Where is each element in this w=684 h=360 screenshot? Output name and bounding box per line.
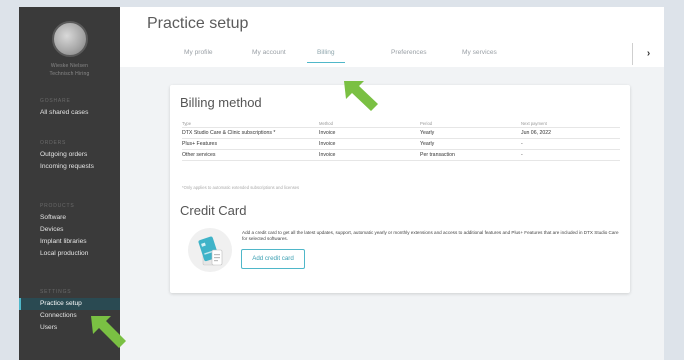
page-title: Practice setup bbox=[147, 15, 249, 32]
sidebar-item-all-shared-cases[interactable]: All shared cases bbox=[19, 107, 120, 119]
cell-method: Invoice bbox=[319, 130, 336, 136]
cell-method: Invoice bbox=[319, 141, 336, 147]
column-header-method: Method bbox=[319, 121, 333, 126]
pointer-arrow-icon bbox=[91, 316, 126, 348]
column-header-period: Period bbox=[420, 121, 433, 126]
cell-next-payment: Jun 06, 2022 bbox=[521, 130, 551, 136]
tab-my-account[interactable]: My account bbox=[252, 47, 286, 63]
sidebar-section-products: PRODUCTS Software Devices Implant librar… bbox=[19, 201, 120, 260]
sidebar-header: ORDERS bbox=[40, 140, 67, 146]
app-frame: Wieske Nielsen Technisch Hiring GOSHARE … bbox=[19, 7, 664, 360]
sidebar: Wieske Nielsen Technisch Hiring GOSHARE … bbox=[19, 7, 120, 360]
tab-my-profile[interactable]: My profile bbox=[184, 47, 213, 63]
sidebar-item-outgoing-orders[interactable]: Outgoing orders bbox=[19, 149, 120, 161]
table-header-row: Type Method Period Next payment bbox=[182, 119, 620, 128]
cell-period: Yearly bbox=[420, 141, 435, 147]
user-role: Technisch Hiring bbox=[49, 71, 90, 77]
main-content: Practice setup My profile My account Bil… bbox=[120, 7, 664, 360]
tabs-next-chevron-icon[interactable]: › bbox=[632, 43, 664, 65]
table-row: Other services Invoice Per transaction - bbox=[182, 150, 620, 161]
billing-method-title: Billing method bbox=[180, 95, 262, 110]
add-credit-card-button[interactable]: Add credit card bbox=[241, 249, 305, 269]
sidebar-section-goshare: GOSHARE All shared cases bbox=[19, 96, 120, 119]
column-header-next-payment: Next payment bbox=[521, 121, 547, 126]
tab-my-services[interactable]: My services bbox=[462, 47, 497, 63]
tab-preferences[interactable]: Preferences bbox=[391, 47, 427, 63]
sidebar-item-implant-libraries[interactable]: Implant libraries bbox=[19, 236, 120, 248]
column-header-type: Type bbox=[182, 121, 192, 126]
sidebar-header: GOSHARE bbox=[40, 98, 71, 104]
cell-period: Yearly bbox=[420, 130, 435, 136]
table-row: DTX Studio Care & Clinic subscriptions *… bbox=[182, 128, 620, 139]
credit-card-icon bbox=[188, 228, 232, 272]
cell-type: DTX Studio Care & Clinic subscriptions * bbox=[182, 130, 276, 136]
cell-next-payment: - bbox=[521, 141, 523, 147]
sidebar-section-orders: ORDERS Outgoing orders Incoming requests bbox=[19, 138, 120, 173]
pointer-arrow-icon bbox=[344, 81, 378, 111]
user-avatar[interactable] bbox=[52, 21, 88, 57]
user-name: Wieske Nielsen bbox=[50, 63, 89, 69]
billing-card: Billing method Type Method Period Next p… bbox=[170, 85, 630, 293]
sidebar-item-software[interactable]: Software bbox=[19, 212, 120, 224]
billing-footnote: *Only applies to automatic extended subs… bbox=[182, 185, 300, 190]
sidebar-header: PRODUCTS bbox=[40, 203, 75, 209]
sidebar-item-devices[interactable]: Devices bbox=[19, 224, 120, 236]
billing-table: Type Method Period Next payment DTX Stud… bbox=[182, 119, 620, 161]
sidebar-header: SETTINGS bbox=[40, 289, 72, 295]
cell-type: Other services bbox=[182, 152, 216, 158]
tab-billing[interactable]: Billing bbox=[307, 47, 345, 63]
sidebar-item-local-production[interactable]: Local production bbox=[19, 248, 120, 260]
cell-method: Invoice bbox=[319, 152, 336, 158]
credit-card-description: Add a credit card to get all the latest … bbox=[242, 230, 619, 241]
credit-card-title: Credit Card bbox=[180, 203, 247, 218]
cell-next-payment: - bbox=[521, 152, 523, 158]
sidebar-item-incoming-requests[interactable]: Incoming requests bbox=[19, 161, 120, 173]
table-row: Plus+ Features Invoice Yearly - bbox=[182, 139, 620, 150]
cell-period: Per transaction bbox=[420, 152, 455, 158]
sidebar-item-practice-setup[interactable]: Practice setup bbox=[19, 298, 120, 310]
page-header: Practice setup My profile My account Bil… bbox=[120, 7, 664, 67]
cell-type: Plus+ Features bbox=[182, 141, 218, 147]
